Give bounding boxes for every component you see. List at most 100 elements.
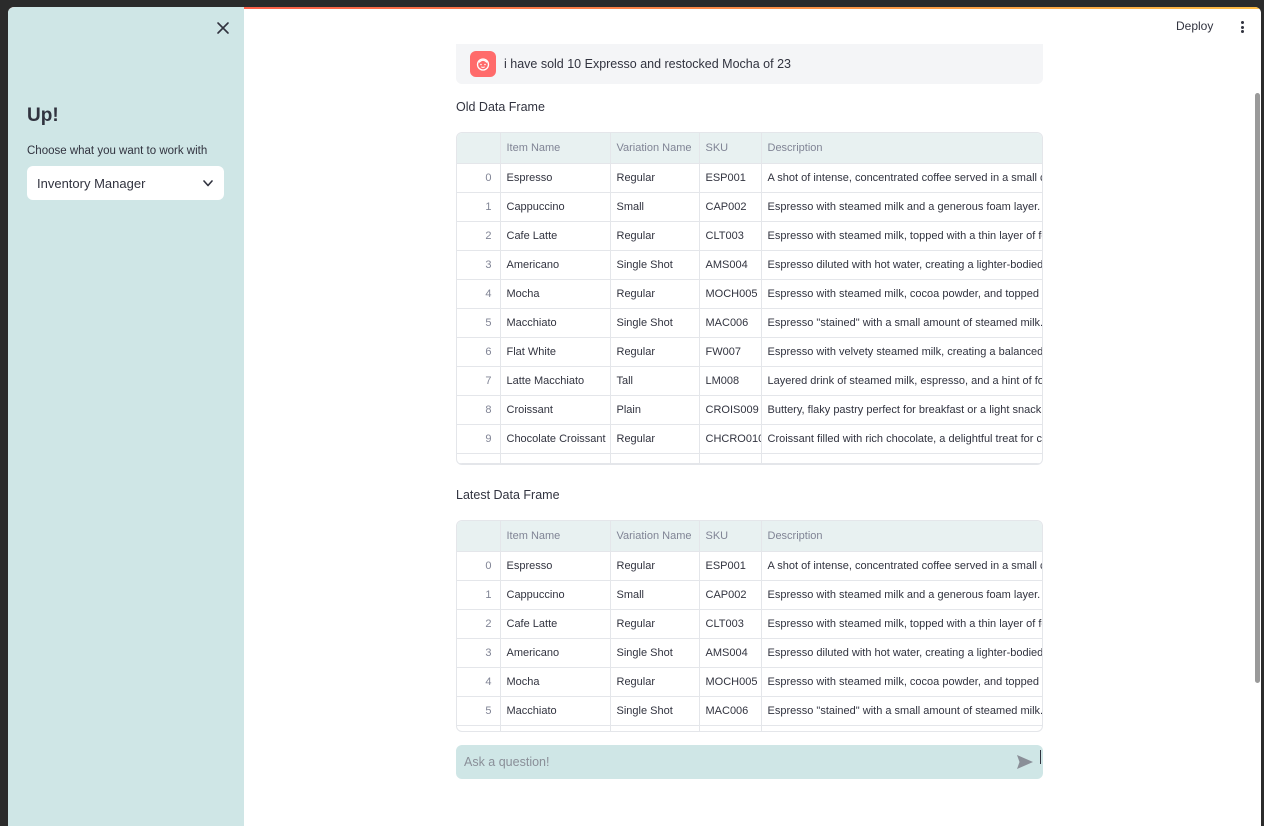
table-row[interactable]: 3 Americano Single Shot AMS004 Espresso dilu…	[457, 250, 1042, 280]
row-index: 0	[457, 163, 501, 193]
table-header-row: Item Name Variation Name SKU Description	[457, 521, 1042, 552]
table-cell: Single Shot	[610, 250, 700, 280]
table-cell: Chocolate Croissant	[500, 424, 611, 454]
table-cell: MOCH005	[699, 667, 762, 697]
table-row[interactable]: 4 Mocha Regular MOCH005 Espresso with steame…	[457, 667, 1042, 697]
row-index: 3	[457, 638, 501, 668]
deploy-button[interactable]: Deploy	[1176, 19, 1213, 33]
kebab-menu-icon[interactable]	[1236, 19, 1248, 35]
app-mode-select[interactable]: Inventory Manager	[27, 166, 224, 200]
table-cell	[761, 725, 1042, 731]
table-cell: Cafe Latte	[500, 609, 611, 639]
table-cell	[699, 453, 762, 464]
table-cell: Espresso "stained" with a small amount o…	[761, 696, 1042, 726]
table-cell: Regular	[610, 609, 700, 639]
column-header[interactable]: Variation Name	[610, 521, 700, 552]
table-header-row: Item Name Variation Name SKU Description	[457, 133, 1042, 164]
row-index: 4	[457, 279, 501, 309]
table-cell: Espresso with steamed milk and a generou…	[761, 580, 1042, 610]
table-cell: ESP001	[699, 163, 762, 193]
os-background	[0, 0, 8, 826]
table-cell: A shot of intense, concentrated coffee s…	[761, 551, 1042, 581]
table-cell: Espresso with steamed milk, cocoa powder…	[761, 667, 1042, 697]
column-header[interactable]: Item Name	[500, 521, 611, 552]
row-index: 5	[457, 696, 501, 726]
table-row[interactable]: 8 Croissant Plain CROIS009 Buttery, flaky pa…	[457, 395, 1042, 425]
table-cell	[500, 453, 611, 464]
table-cell: AMS004	[699, 250, 762, 280]
row-index: 8	[457, 395, 501, 425]
table-row[interactable]: 5 Macchiato Single Shot MAC006 Espresso "sta…	[457, 308, 1042, 338]
old-dataframe-table: Item Name Variation Name SKU Description 0E…	[457, 133, 1042, 464]
table-cell: MAC006	[699, 696, 762, 726]
table-row[interactable]: 0 Espresso Regular ESP001 A shot of intense,…	[457, 551, 1042, 581]
table-row[interactable]: 3 Americano Single Shot AMS004 Espresso dilu…	[457, 638, 1042, 668]
table-cell: CAP002	[699, 580, 762, 610]
table-cell: Regular	[610, 337, 700, 367]
table-row[interactable]: 6 Flat White Regular FW007 Espresso with vel…	[457, 337, 1042, 367]
table-cell: LM008	[699, 366, 762, 396]
table-cell: AMS004	[699, 638, 762, 668]
column-header[interactable]: Description	[761, 133, 1042, 164]
table-cell: Regular	[610, 424, 700, 454]
select-label: Choose what you want to work with	[27, 145, 208, 157]
scrollbar[interactable]	[1255, 93, 1260, 683]
row-index: 0	[457, 551, 501, 581]
column-header[interactable]: SKU	[699, 521, 762, 552]
table-row-partial	[457, 725, 1042, 731]
table-cell: Small	[610, 192, 700, 222]
chat-input[interactable]	[464, 755, 1015, 769]
row-index: 3	[457, 250, 501, 280]
table-row[interactable]: 2 Cafe Latte Regular CLT003 Espresso with st…	[457, 609, 1042, 639]
table-cell: Espresso	[500, 163, 611, 193]
table-cell: Croissant	[500, 395, 611, 425]
table-cell: Espresso with velvety steamed milk, crea…	[761, 337, 1042, 367]
column-header[interactable]: Variation Name	[610, 133, 700, 164]
table-cell: Americano	[500, 638, 611, 668]
table-cell	[457, 453, 501, 464]
row-index: 6	[457, 337, 501, 367]
table-cell: Tall	[610, 366, 700, 396]
table-cell: Espresso diluted with hot water, creatin…	[761, 638, 1042, 668]
table-cell: Espresso "stained" with a small amount o…	[761, 308, 1042, 338]
table-cell: CAP002	[699, 192, 762, 222]
table-cell: FW007	[699, 337, 762, 367]
old-dataframe[interactable]: Item Name Variation Name SKU Description 0E…	[456, 132, 1043, 465]
latest-dataframe[interactable]: Item Name Variation Name SKU Description 0E…	[456, 520, 1043, 732]
column-header[interactable]: SKU	[699, 133, 762, 164]
table-row[interactable]: 2 Cafe Latte Regular CLT003 Espresso with st…	[457, 221, 1042, 251]
user-avatar-icon	[470, 51, 496, 77]
table-row[interactable]: 0 Espresso Regular ESP001 A shot of intense,…	[457, 163, 1042, 193]
table-cell: MAC006	[699, 308, 762, 338]
table-cell: Americano	[500, 250, 611, 280]
column-header[interactable]	[457, 521, 501, 552]
sidebar: Up! Choose what you want to work with In…	[8, 7, 244, 826]
table-cell: Single Shot	[610, 308, 700, 338]
table-cell: Cappuccino	[500, 580, 611, 610]
table-cell: Mocha	[500, 279, 611, 309]
chat-input-container	[456, 745, 1043, 779]
table-row[interactable]: 9 Chocolate Croissant Regular CHCRO010 Crois…	[457, 424, 1042, 454]
column-header[interactable]	[457, 133, 501, 164]
table-cell: Espresso	[500, 551, 611, 581]
table-cell: Espresso with steamed milk and a generou…	[761, 192, 1042, 222]
table-row-partial	[457, 453, 1042, 464]
table-row[interactable]: 1 Cappuccino Small CAP002 Espresso with stea…	[457, 580, 1042, 610]
send-icon[interactable]	[1015, 752, 1035, 772]
row-index: 9	[457, 424, 501, 454]
table-row[interactable]: 4 Mocha Regular MOCH005 Espresso with steame…	[457, 279, 1042, 309]
table-row[interactable]: 5 Macchiato Single Shot MAC006 Espresso "sta…	[457, 696, 1042, 726]
table-row[interactable]: 1 Cappuccino Small CAP002 Espresso with stea…	[457, 192, 1042, 222]
table-cell: A shot of intense, concentrated coffee s…	[761, 163, 1042, 193]
table-cell: Espresso with steamed milk, topped with …	[761, 221, 1042, 251]
table-cell: CLT003	[699, 609, 762, 639]
table-cell: Single Shot	[610, 638, 700, 668]
text-cursor	[1040, 750, 1041, 764]
table-cell: Espresso with steamed milk, topped with …	[761, 609, 1042, 639]
close-icon[interactable]	[214, 20, 232, 38]
column-header[interactable]: Description	[761, 521, 1042, 552]
column-header[interactable]: Item Name	[500, 133, 611, 164]
table-row[interactable]: 7 Latte Macchiato Tall LM008 Layered drink o…	[457, 366, 1042, 396]
table-cell: Regular	[610, 667, 700, 697]
row-index: 4	[457, 667, 501, 697]
